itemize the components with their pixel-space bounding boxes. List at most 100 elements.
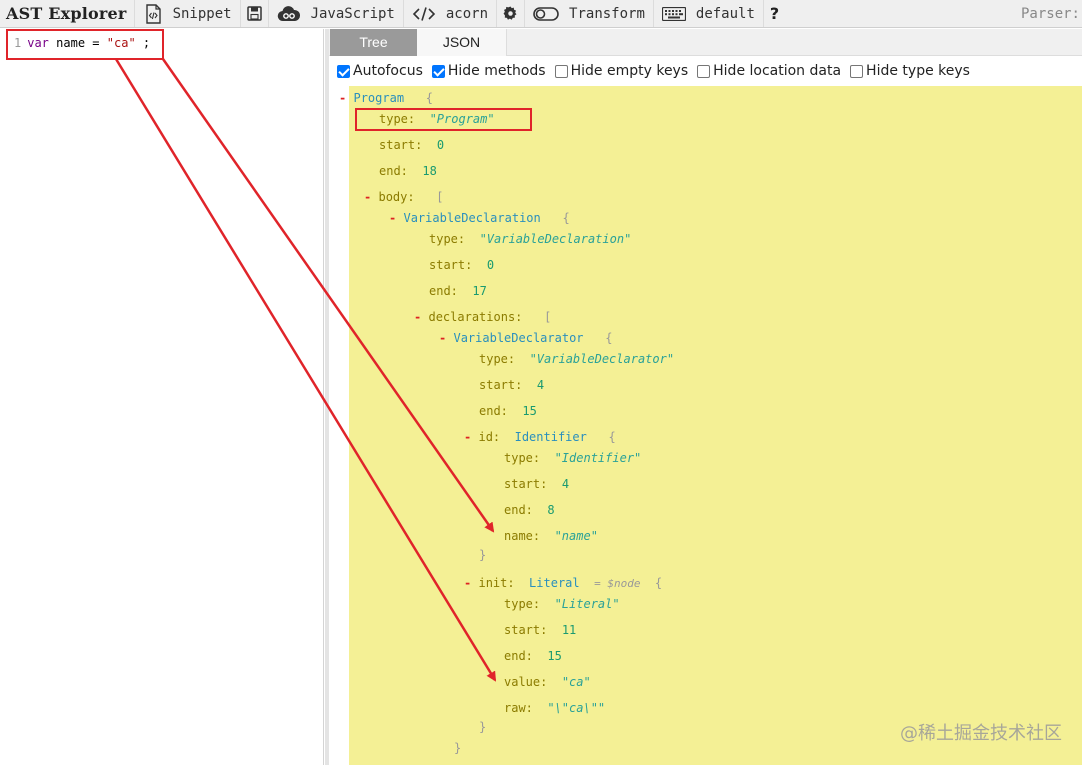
prop-key: end: — [379, 164, 408, 178]
prop-key: start: — [504, 623, 548, 637]
tree-node-identifier[interactable]: - id: Identifier { — [464, 430, 616, 444]
app-title: AST Explorer — [6, 4, 127, 23]
collapse-toggle[interactable]: - — [339, 91, 346, 105]
tree-node-variable-declaration[interactable]: - VariableDeclaration { — [389, 211, 570, 225]
prop-value: 17 — [472, 284, 487, 298]
prop-value: 4 — [536, 378, 545, 392]
option-autofocus[interactable]: Autofocus — [337, 63, 423, 79]
prop-key: start: — [504, 477, 548, 491]
snippet-menu[interactable]: Snippet — [133, 0, 240, 27]
prop-key: start: — [429, 258, 473, 272]
checkbox-autofocus[interactable] — [337, 64, 350, 78]
open-brace: { — [562, 211, 570, 225]
parser-label: acorn — [445, 5, 489, 22]
checkbox-hide-location-data[interactable] — [697, 64, 711, 78]
checkbox-hide-type-keys[interactable] — [850, 64, 864, 78]
tree-prop-body[interactable]: - body: [ — [364, 190, 444, 204]
tree-node-literal[interactable]: - init: Literal = $node { — [464, 576, 662, 590]
open-brace: { — [608, 430, 616, 444]
tab-tree[interactable]: Tree — [330, 29, 417, 56]
prop-value: "\"ca\"" — [547, 701, 606, 715]
line-number: 1 — [14, 36, 22, 50]
tree-node-variable-declarator[interactable]: - VariableDeclarator { — [439, 331, 612, 345]
code-icon — [412, 6, 436, 22]
collapse-toggle[interactable]: - — [414, 310, 421, 324]
open-brace: { — [654, 576, 663, 590]
close-brace: } — [454, 741, 462, 755]
code-line[interactable]: 1 var name = "ca" ; — [14, 36, 150, 50]
prop-key: end: — [479, 404, 508, 418]
option-autofocus-label: Autofocus — [353, 63, 423, 79]
tree-prop-type: type: "VariableDeclarator" — [479, 352, 674, 366]
option-hide-empty-keys[interactable]: Hide empty keys — [554, 63, 688, 79]
transform-toggle[interactable]: Transform — [524, 0, 653, 27]
collapse-toggle[interactable]: - — [464, 430, 471, 444]
checkbox-hide-methods[interactable] — [431, 64, 445, 78]
prop-key: raw: — [504, 701, 533, 715]
prop-value: 15 — [522, 404, 537, 418]
code-string: "ca" — [106, 36, 136, 50]
option-hide-type-keys[interactable]: Hide type keys — [850, 63, 970, 79]
open-brace: { — [605, 331, 613, 345]
save-icon — [246, 6, 262, 21]
help-button[interactable]: ? — [762, 0, 785, 27]
prop-value: 11 — [561, 623, 577, 637]
option-hide-location-data[interactable]: Hide location data — [697, 63, 841, 79]
close-brace: } — [479, 548, 487, 562]
prop-key: type: — [429, 232, 466, 246]
tree-prop-name: name: "name" — [504, 529, 598, 543]
open-brace: { — [425, 91, 433, 105]
tree-close-brace: } — [479, 548, 486, 562]
tree-prop-end: end: 18 — [379, 164, 437, 178]
code-terminator: ; — [142, 36, 151, 50]
toolbar: AST Explorer Snippet JavaScript acorn Tr… — [0, 0, 1082, 28]
tree-prop-type: type: "VariableDeclaration" — [429, 232, 631, 246]
keymap-select[interactable]: default — [652, 0, 763, 27]
node-name: Program — [353, 91, 405, 105]
snippet-label: Snippet — [172, 5, 232, 22]
parser-settings-button[interactable] — [496, 0, 524, 27]
tree-prop-end: end: 15 — [504, 649, 562, 663]
gist-cloud-icon — [277, 5, 301, 22]
option-hide-methods[interactable]: Hide methods — [431, 63, 546, 79]
collapse-toggle[interactable]: - — [439, 331, 446, 345]
open-bracket: [ — [544, 310, 552, 324]
tree-prop-declarations[interactable]: - declarations: [ — [414, 310, 551, 324]
language-select[interactable]: JavaScript — [267, 0, 403, 27]
prop-value: 8 — [547, 503, 555, 517]
open-bracket: [ — [436, 190, 444, 204]
collapse-toggle[interactable]: - — [464, 576, 471, 590]
close-brace: } — [479, 720, 487, 734]
prop-value: 0 — [486, 258, 495, 272]
parser-select[interactable]: acorn — [402, 0, 496, 27]
prop-key: value: — [504, 675, 548, 689]
output-tabs: Tree JSON — [329, 29, 1082, 56]
option-hide-type-keys-label: Hide type keys — [866, 63, 970, 79]
tab-json[interactable]: JSON — [417, 29, 507, 56]
prop-value: 15 — [547, 649, 562, 663]
tree-prop-end: end: 17 — [429, 284, 487, 298]
option-hide-location-data-label: Hide location data — [713, 63, 842, 79]
snippet-icon — [143, 3, 163, 24]
prop-key: end: — [429, 284, 458, 298]
prop-value: 0 — [436, 138, 445, 152]
prop-key: type: — [479, 352, 516, 366]
prop-key: start: — [479, 378, 523, 392]
code-operator: = — [92, 36, 100, 50]
tree-prop-start: start: 0 — [379, 138, 444, 152]
checkbox-hide-empty-keys[interactable] — [554, 64, 568, 78]
prop-key: name: — [504, 529, 541, 543]
save-button[interactable] — [239, 0, 268, 27]
node-name: VariableDeclaration — [403, 211, 541, 225]
collapse-toggle[interactable]: - — [364, 190, 371, 204]
prop-key: id: — [478, 430, 501, 444]
tree-prop-start: start: 0 — [429, 258, 494, 272]
tree-node-program[interactable]: - Program { — [339, 91, 433, 105]
prop-value: 4 — [561, 477, 570, 491]
help-icon: ? — [769, 4, 780, 23]
code-editor[interactable]: 1 var name = "ca" ; — [0, 29, 324, 765]
prop-key: type: — [379, 112, 416, 126]
collapse-toggle[interactable]: - — [389, 211, 396, 225]
code-keyword: var — [27, 36, 49, 50]
code-identifier: name — [56, 36, 86, 50]
